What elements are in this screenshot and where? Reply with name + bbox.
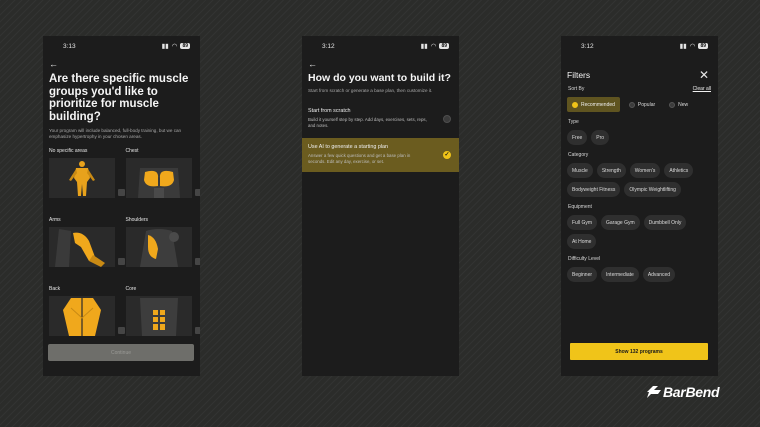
chip-dumbbell-only[interactable]: Dumbbell Only bbox=[643, 215, 687, 230]
battery-icon: 89 bbox=[180, 43, 190, 49]
sort-new[interactable]: New bbox=[664, 97, 693, 112]
chip-full-gym[interactable]: Full Gym bbox=[567, 215, 597, 230]
show-programs-button[interactable]: Show 132 programs bbox=[570, 343, 708, 360]
core-image bbox=[125, 296, 200, 336]
muscle-options-grid: No specific areas Chest Arms Shoulders B… bbox=[43, 140, 200, 355]
checkbox[interactable] bbox=[194, 258, 200, 265]
back-arrow-icon[interactable]: ← bbox=[302, 56, 459, 70]
page-subtitle: Start from scratch or generate a base pl… bbox=[308, 88, 433, 93]
chip-garage-gym[interactable]: Garage Gym bbox=[601, 215, 640, 230]
option-start-from-scratch[interactable]: Start from scratch Build it yourself ste… bbox=[302, 102, 459, 136]
status-bar: 3:12 ▮▮ ◠ 89 bbox=[302, 36, 459, 56]
chip-strength[interactable]: Strength bbox=[596, 163, 626, 178]
status-time: 3:13 bbox=[63, 42, 76, 50]
close-icon[interactable]: ✕ bbox=[699, 69, 709, 81]
chip-free[interactable]: Free bbox=[567, 130, 588, 145]
page-subtitle: Your program will include balanced, full… bbox=[49, 128, 182, 139]
chip-beginner[interactable]: Beginner bbox=[567, 267, 598, 282]
page-title: How do you want to build it? bbox=[308, 72, 451, 84]
check-icon[interactable]: ✓ bbox=[443, 151, 451, 159]
sort-popular[interactable]: Popular bbox=[624, 97, 660, 112]
chip-pro[interactable]: Pro bbox=[591, 130, 610, 145]
brand-logo: BarBend bbox=[645, 384, 720, 400]
page-title: Filters bbox=[567, 69, 591, 80]
chip-olympic-weightlifting[interactable]: Olympic Weightlifting bbox=[624, 182, 681, 197]
build-method-screen: 3:12 ▮▮ ◠ 89 ← How do you want to build … bbox=[302, 36, 459, 376]
radio-icon bbox=[628, 101, 635, 108]
difficulty-options: Beginner Intermediate Advanced bbox=[561, 262, 718, 282]
checkbox[interactable] bbox=[118, 189, 125, 196]
status-bar: 3:13 ▮▮ ◠ 89 bbox=[43, 36, 200, 56]
checkbox[interactable] bbox=[194, 327, 200, 334]
chip-womens[interactable]: Women's bbox=[629, 163, 661, 178]
battery-icon: 89 bbox=[698, 43, 708, 49]
muscle-priority-screen: 3:13 ▮▮ ◠ 89 ← Are there specific muscle… bbox=[43, 36, 200, 376]
radio-button[interactable] bbox=[443, 115, 451, 123]
sort-options: Recommended Popular New bbox=[561, 92, 718, 112]
sort-recommended[interactable]: Recommended bbox=[567, 97, 620, 112]
clear-all-link[interactable]: Clear all bbox=[693, 86, 711, 92]
equipment-options: Full Gym Garage Gym Dumbbell Only At Hom… bbox=[561, 210, 718, 249]
back-image bbox=[49, 296, 125, 336]
chip-at-home[interactable]: At Home bbox=[567, 234, 597, 249]
continue-button[interactable]: Continue bbox=[48, 344, 194, 361]
type-options: Free Pro bbox=[561, 125, 718, 145]
shoulders-image bbox=[125, 227, 200, 267]
back-arrow-icon[interactable]: ← bbox=[43, 56, 200, 70]
signal-icon: ▮▮ bbox=[420, 43, 428, 50]
chip-bodyweight-fitness[interactable]: Bodyweight Fitness bbox=[567, 182, 621, 197]
chip-intermediate[interactable]: Intermediate bbox=[601, 267, 639, 282]
full-body-image bbox=[49, 158, 125, 198]
battery-icon: 89 bbox=[439, 43, 449, 49]
status-time: 3:12 bbox=[322, 42, 335, 50]
arms-image bbox=[49, 227, 125, 267]
radio-icon bbox=[669, 101, 676, 108]
filters-screen: 3:12 ▮▮ ◠ 89 Filters ✕ Sort By Clear all… bbox=[561, 36, 718, 376]
wifi-icon: ◠ bbox=[171, 43, 178, 50]
option-use-ai[interactable]: Use AI to generate a starting plan Answe… bbox=[302, 138, 459, 172]
checkbox[interactable] bbox=[194, 189, 200, 196]
option-no-specific-areas[interactable]: No specific areas bbox=[49, 148, 125, 217]
sort-by-label: Sort By bbox=[568, 86, 585, 92]
barbend-logo-icon bbox=[647, 386, 661, 398]
option-shoulders[interactable]: Shoulders bbox=[125, 217, 200, 286]
category-options: Muscle Strength Women's Athletics Bodywe… bbox=[561, 158, 718, 197]
status-time: 3:12 bbox=[581, 42, 594, 50]
signal-icon: ▮▮ bbox=[161, 43, 169, 50]
status-bar: 3:12 ▮▮ ◠ 89 bbox=[561, 36, 718, 56]
chip-muscle[interactable]: Muscle bbox=[567, 163, 593, 178]
chip-advanced[interactable]: Advanced bbox=[642, 267, 676, 282]
option-chest[interactable]: Chest bbox=[125, 148, 200, 217]
option-arms[interactable]: Arms bbox=[49, 217, 125, 286]
signal-icon: ▮▮ bbox=[679, 43, 687, 50]
chest-image bbox=[125, 158, 200, 198]
brand-name: BarBend bbox=[663, 384, 720, 400]
checkbox[interactable] bbox=[118, 327, 125, 334]
wifi-icon: ◠ bbox=[689, 43, 696, 50]
page-title: Are there specific muscle groups you'd l… bbox=[49, 73, 189, 123]
chip-athletics[interactable]: Athletics bbox=[664, 163, 694, 178]
wifi-icon: ◠ bbox=[430, 43, 437, 50]
checkbox[interactable] bbox=[118, 258, 125, 265]
radio-selected-icon bbox=[572, 101, 578, 108]
